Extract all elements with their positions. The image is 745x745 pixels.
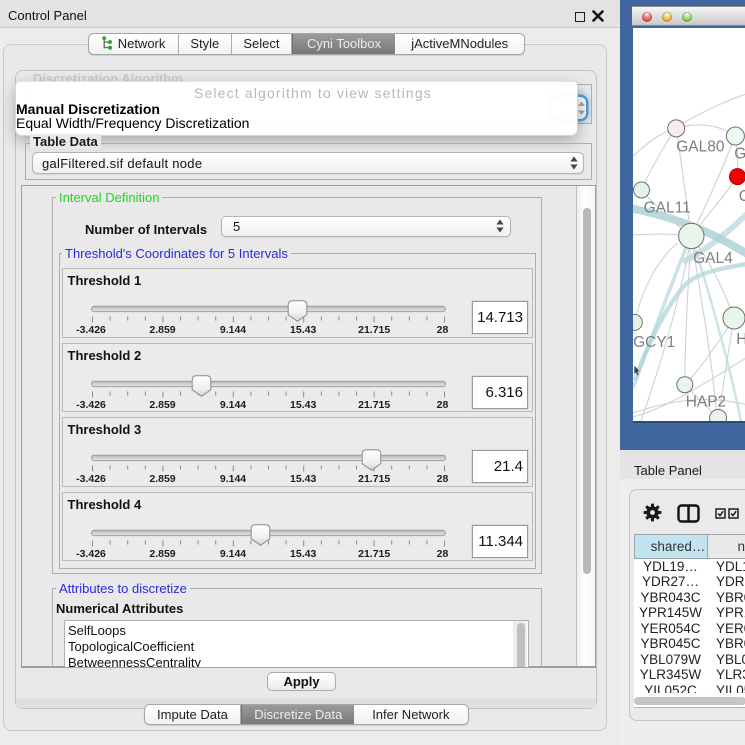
svg-text:9.144: 9.144: [219, 324, 245, 336]
svg-text:9.144: 9.144: [219, 548, 245, 560]
svg-text:GAL11: GAL11: [643, 199, 690, 216]
svg-text:HAP2: HAP2: [685, 394, 726, 411]
svg-text:H: H: [736, 331, 745, 348]
svg-text:-3.426: -3.426: [76, 548, 106, 560]
svg-text:15.43: 15.43: [290, 324, 316, 336]
svg-text:-3.426: -3.426: [76, 324, 106, 336]
svg-text:GAL80: GAL80: [676, 139, 725, 156]
svg-text:2.859: 2.859: [149, 399, 175, 411]
svg-text:28: 28: [436, 473, 448, 485]
svg-text:15.43: 15.43: [290, 548, 316, 560]
svg-text:-3.426: -3.426: [76, 399, 106, 411]
svg-text:C: C: [738, 188, 745, 205]
svg-text:28: 28: [436, 324, 448, 336]
svg-text:-3.426: -3.426: [76, 473, 106, 485]
svg-text:9.144: 9.144: [219, 473, 245, 485]
svg-text:GCY1: GCY1: [633, 334, 675, 351]
svg-text:28: 28: [436, 548, 448, 560]
svg-text:GAL: GAL: [734, 146, 745, 163]
svg-text:21.715: 21.715: [358, 324, 390, 336]
svg-text:2.859: 2.859: [149, 473, 175, 485]
svg-text:15.43: 15.43: [290, 473, 316, 485]
svg-text:21.715: 21.715: [358, 548, 390, 560]
svg-text:21.715: 21.715: [358, 473, 390, 485]
svg-text:2.859: 2.859: [149, 324, 175, 336]
svg-text:2.859: 2.859: [149, 548, 175, 560]
svg-text:21.715: 21.715: [358, 399, 390, 411]
svg-text:GAL4: GAL4: [693, 250, 733, 267]
svg-text:15.43: 15.43: [290, 399, 316, 411]
svg-text:28: 28: [436, 399, 448, 411]
svg-text:9.144: 9.144: [219, 399, 245, 411]
